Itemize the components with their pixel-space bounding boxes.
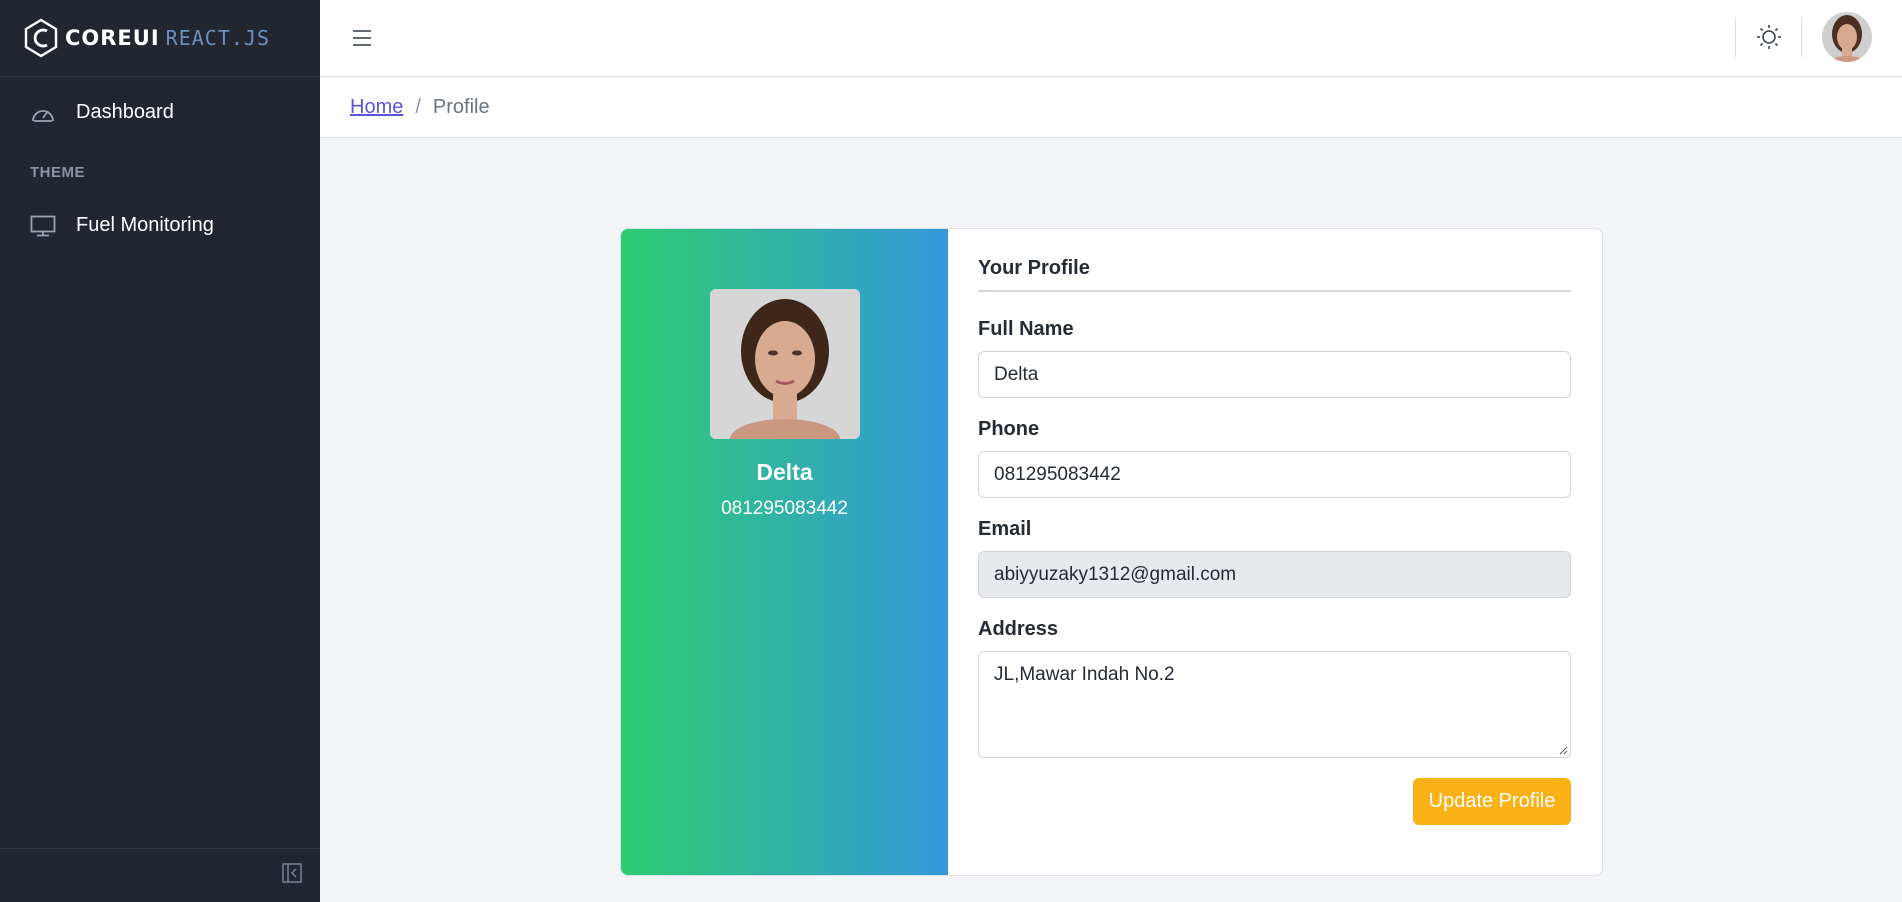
sidebar-footer <box>0 848 320 902</box>
sidebar-item-fuel-monitoring[interactable]: Fuel Monitoring <box>0 198 320 253</box>
sidebar-section-title: THEME <box>30 164 85 181</box>
phone-field[interactable]: 081295083442 <box>978 451 1571 498</box>
full-name-label: Full Name <box>978 318 1074 340</box>
header <box>320 0 1902 77</box>
resize-handle-icon[interactable] <box>1558 745 1568 755</box>
sidebar-item-label: Dashboard <box>76 101 174 123</box>
full-name-value: Delta <box>994 363 1039 385</box>
breadcrumb-separator: / <box>415 96 421 118</box>
address-value: JL,Mawar Indah No.2 <box>994 664 1175 685</box>
brand-core: COREUI <box>65 26 160 50</box>
hamburger-icon[interactable] <box>349 24 377 52</box>
sidebar-toggle-icon[interactable] <box>282 863 302 888</box>
breadcrumb-home-link[interactable]: Home <box>350 96 403 119</box>
form-actions: Update Profile <box>978 778 1571 825</box>
update-profile-button[interactable]: Update Profile <box>1413 778 1571 825</box>
header-divider <box>1801 17 1802 57</box>
speedometer-icon <box>30 101 56 125</box>
form-title: Your Profile <box>978 257 1571 292</box>
address-label: Address <box>978 618 1059 640</box>
brand-react: REACT.JS <box>165 26 270 50</box>
profile-name: Delta <box>756 459 813 485</box>
full-name-field[interactable]: Delta <box>978 351 1571 398</box>
breadcrumb-current: Profile <box>432 96 490 118</box>
email-label: Email <box>978 518 1032 540</box>
profile-phone: 081295083442 <box>721 498 848 519</box>
profile-photo <box>709 289 860 439</box>
sidebar-item-dashboard[interactable]: Dashboard <box>0 85 320 140</box>
avatar[interactable] <box>1822 12 1872 62</box>
address-field[interactable]: JL,Mawar Indah No.2 <box>978 651 1571 758</box>
brand-text: COREUI REACT.JS <box>65 26 270 50</box>
brand[interactable]: COREUI REACT.JS <box>0 0 320 77</box>
sun-icon[interactable] <box>1752 20 1786 54</box>
email-value: abiyyuzaky1312@gmail.com <box>994 563 1237 585</box>
monitor-icon <box>30 214 56 238</box>
sidebar: COREUI REACT.JS Dashboard THEME Fuel Moni… <box>0 0 320 902</box>
profile-summary: Delta 081295083442 <box>621 229 948 875</box>
phone-value: 081295083442 <box>994 463 1121 485</box>
breadcrumb: Home / Profile <box>320 78 1902 138</box>
phone-label: Phone <box>978 418 1040 440</box>
profile-card: Delta 081295083442 Your Profile Full Nam… <box>620 228 1603 876</box>
email-field[interactable]: abiyyuzaky1312@gmail.com <box>978 551 1571 598</box>
coreui-logo-icon <box>24 18 58 58</box>
sidebar-item-label: Fuel Monitoring <box>76 214 214 236</box>
header-divider <box>1735 17 1736 57</box>
profile-form: Your Profile Full Name Delta Phone 08129… <box>948 229 1602 875</box>
